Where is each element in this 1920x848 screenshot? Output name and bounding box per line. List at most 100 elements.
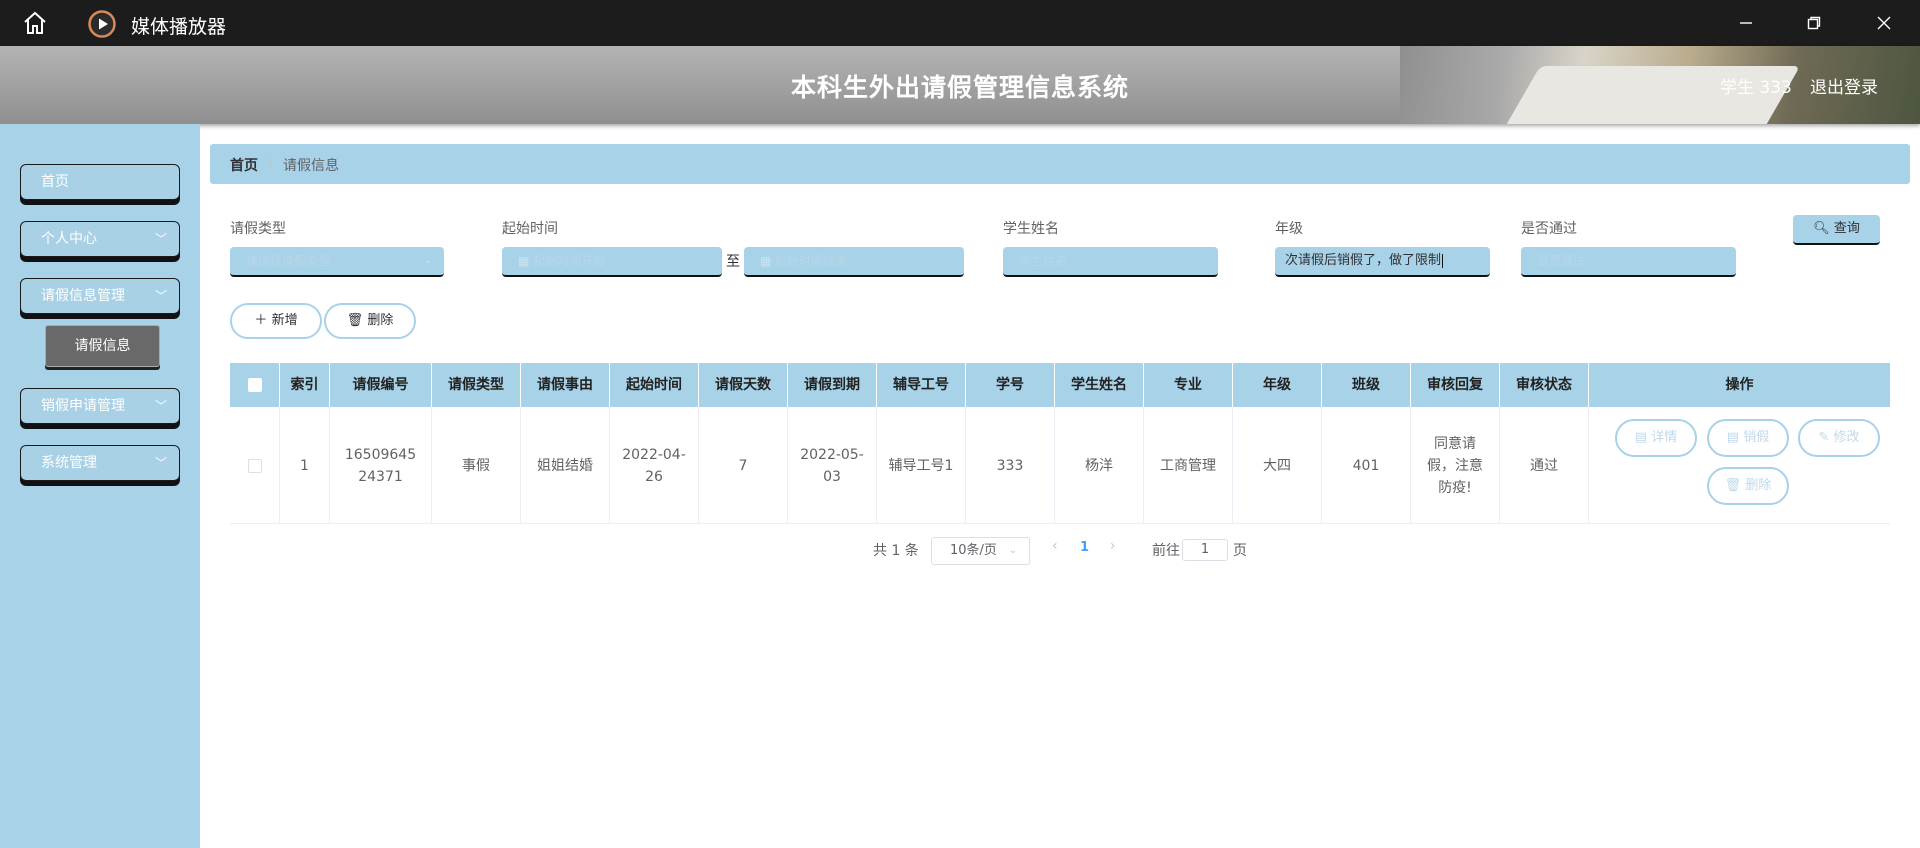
sidebar-item-home[interactable]: 首页 (20, 164, 180, 200)
row-delete-button[interactable]: 🗑︎ 删除 (1707, 467, 1789, 505)
document-icon: ▤ (1634, 430, 1648, 445)
sidebar-item-label: 个人中心 (41, 231, 97, 247)
range-separator: 至 (726, 254, 740, 270)
add-button-label: 新增 (271, 313, 298, 328)
edit-icon: ✎ (1818, 430, 1830, 445)
app-header: 本科生外出请假管理信息系统 学生 333 退出登录 (0, 46, 1920, 124)
breadcrumb-home[interactable]: 首页 (230, 155, 258, 175)
query-button[interactable]: 🔍︎ 查询 (1793, 215, 1880, 245)
column-header: 操作 (1725, 377, 1754, 393)
column-header[interactable]: 请假类型 (432, 363, 521, 407)
cancel-leave-button[interactable]: ▤ 销假 (1707, 419, 1789, 457)
prev-page-button[interactable]: ‹ (1052, 538, 1058, 554)
sidebar-subitem-leave-info[interactable]: 请假信息 (45, 325, 160, 367)
text-cursor (1442, 253, 1444, 268)
column-header[interactable]: 学生姓名 (1055, 363, 1144, 407)
cell-leave-no: 1650964524371 (330, 407, 432, 524)
select-all-cell (230, 363, 280, 407)
close-icon (1877, 16, 1891, 30)
chevron-down-icon: ﹀ (154, 456, 167, 470)
plus-icon: ＋ (254, 313, 268, 328)
minimize-button[interactable] (1712, 0, 1780, 46)
column-header[interactable]: 请假到期 (788, 363, 877, 407)
chevron-down-icon: ﹀ (154, 399, 167, 413)
column-header[interactable]: 起始时间 (610, 363, 699, 407)
start-time-from-placeholder: 起始时间开始 (533, 254, 606, 268)
row-delete-button-label: 删除 (1745, 478, 1772, 493)
chevron-down-icon: ﹀ (154, 289, 167, 303)
cell-major: 工商管理 (1144, 407, 1233, 524)
system-title: 本科生外出请假管理信息系统 (790, 73, 1129, 102)
passed-select[interactable]: 是否通过 (1521, 247, 1736, 277)
sidebar-item-personal-center[interactable]: 个人中心 ﹀ (20, 221, 180, 257)
maximize-button[interactable] (1780, 0, 1848, 46)
column-header[interactable]: 请假事由 (521, 363, 610, 407)
cell-reply: 同意请假，注意防疫! (1411, 407, 1500, 524)
goto-label: 前往 (1152, 543, 1180, 559)
add-button[interactable]: ＋ 新增 (230, 303, 322, 339)
edit-button[interactable]: ✎ 修改 (1798, 419, 1880, 457)
close-button[interactable] (1850, 0, 1918, 46)
cell-start-time: 2022-04-26 (610, 407, 699, 524)
column-header[interactable]: 专业 (1144, 363, 1233, 407)
passed-placeholder: 是否通过 (1537, 254, 1586, 268)
document-icon: ▤ (1726, 430, 1740, 445)
cell-grade: 大四 (1233, 407, 1322, 524)
breadcrumb: 首页 / 请假信息 (210, 144, 1910, 184)
student-name-input[interactable]: 学生姓名 (1003, 247, 1218, 277)
next-page-button[interactable]: › (1110, 538, 1116, 554)
column-header[interactable]: 辅导工号 (877, 363, 966, 407)
breadcrumb-separator: / (268, 155, 273, 171)
page-number-current[interactable]: 1 (1080, 540, 1089, 555)
calendar-icon: ▦ (518, 254, 534, 268)
column-header[interactable]: 班级 (1322, 363, 1411, 407)
calendar-icon: ▦ (760, 254, 776, 268)
student-name-placeholder: 学生姓名 (1019, 254, 1068, 268)
media-player-icon (88, 10, 116, 38)
sidebar-item-cancel-leave-management[interactable]: 销假申请管理 ﹀ (20, 388, 180, 424)
edit-button-label: 修改 (1833, 430, 1860, 445)
student-name-label: 学生姓名 (1003, 221, 1059, 237)
leave-type-select[interactable]: 请选择请假类型 ⌄ (230, 247, 444, 277)
row-checkbox[interactable] (247, 458, 262, 473)
cell-student-name: 杨洋 (1055, 407, 1144, 524)
grade-input-value: 次请假后销假了，做了限制 (1285, 253, 1442, 268)
pagination-total: 共 1 条 (873, 543, 919, 559)
table-row: 1 1650964524371 事假 姐姐结婚 2022-04-26 7 202… (230, 407, 1890, 524)
column-header[interactable]: 审核回复 (1411, 363, 1500, 407)
grade-input[interactable]: 次请假后销假了，做了限制 (1275, 247, 1490, 277)
page-size-value: 10条/页 (950, 543, 997, 558)
column-header[interactable]: 请假天数 (699, 363, 788, 407)
breadcrumb-current: 请假信息 (283, 158, 339, 174)
start-time-from-input[interactable]: ▦ 起始时间开始 (502, 247, 722, 277)
maximize-icon (1807, 16, 1821, 30)
table-header: 索引 请假编号 请假类型 请假事由 起始时间 请假天数 请假到期 辅导工号 学号… (230, 363, 1890, 407)
logout-link[interactable]: 退出登录 (1810, 73, 1878, 98)
column-header[interactable]: 审核状态 (1500, 363, 1589, 407)
select-all-checkbox[interactable] (247, 378, 262, 392)
sidebar-item-leave-management[interactable]: 请假信息管理 ﹀ (20, 278, 180, 314)
detail-button[interactable]: ▤ 详情 (1615, 419, 1697, 457)
cell-tutor-no: 辅导工号1 (877, 407, 966, 524)
chevron-down-icon: ⌄ (1008, 545, 1017, 556)
page-size-select[interactable]: 10条/页 ⌄ (931, 537, 1030, 565)
column-header[interactable]: 请假编号 (330, 363, 432, 407)
search-icon: 🔍︎ (1813, 221, 1830, 236)
sidebar-item-label: 系统管理 (41, 455, 97, 471)
column-header[interactable]: 索引 (280, 363, 330, 407)
column-header[interactable]: 学号 (966, 363, 1055, 407)
cell-reason: 姐姐结婚 (521, 407, 610, 524)
cell-student-no: 333 (966, 407, 1055, 524)
current-user: 学生 333 (1720, 78, 1792, 98)
passed-label: 是否通过 (1521, 221, 1577, 237)
start-time-label: 起始时间 (502, 221, 558, 237)
sidebar-item-system-management[interactable]: 系统管理 ﹀ (20, 445, 180, 481)
goto-page-input[interactable]: 1 (1182, 539, 1228, 561)
column-header[interactable]: 年级 (1233, 363, 1322, 407)
cell-index: 1 (280, 407, 330, 524)
start-time-to-input[interactable]: ▦ 起始时间结束 (744, 247, 964, 277)
cell-actions: ▤ 详情 ▤ 销假 ✎ 修改 🗑︎ 删除 (1589, 407, 1890, 524)
home-icon[interactable] (22, 10, 48, 36)
delete-button[interactable]: 🗑︎ 删除 (324, 303, 416, 339)
sidebar: 首页 个人中心 ﹀ 请假信息管理 ﹀ 请假信息 销假申请管理 ﹀ 系统管理 ﹀ (0, 124, 200, 848)
